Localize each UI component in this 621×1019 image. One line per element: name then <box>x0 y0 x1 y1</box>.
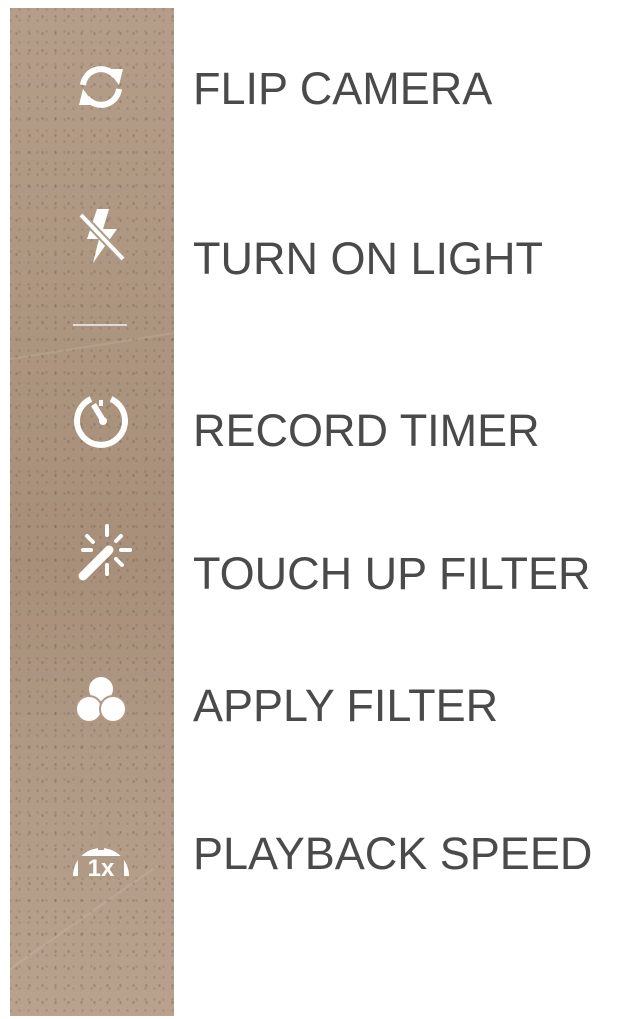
toolbar-divider <box>73 324 127 326</box>
filter-circles-icon[interactable] <box>69 668 133 732</box>
record-timer-label: RECORD TIMER <box>193 405 540 456</box>
flip-camera-label: FLIP CAMERA <box>193 63 493 114</box>
playback-speed-label: PLAYBACK SPEED <box>193 828 593 879</box>
touch-up-filter-label: TOUCH UP FILTER <box>193 548 591 599</box>
turn-on-light-label: TURN ON LIGHT <box>193 233 544 284</box>
camera-toolbar: 1x <box>9 8 179 1016</box>
speed-value: 1x <box>88 855 115 878</box>
background-crease <box>9 331 179 360</box>
apply-filter-label: APPLY FILTER <box>193 680 499 731</box>
magic-wand-icon[interactable] <box>69 522 133 586</box>
speedometer-icon[interactable]: 1x <box>69 814 133 878</box>
background-crease <box>9 864 159 970</box>
flip-camera-icon[interactable] <box>69 55 133 119</box>
flash-off-icon[interactable] <box>69 203 133 267</box>
timer-icon[interactable] <box>69 388 133 452</box>
